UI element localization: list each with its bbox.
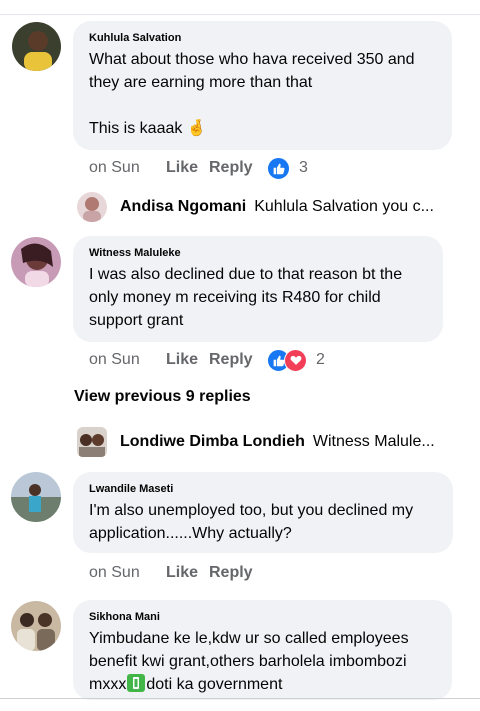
comment-text: What about those who hava received 350 a… — [89, 48, 436, 140]
love-icon — [284, 348, 307, 372]
reply-author[interactable]: Londiwe Dimba Londieh — [120, 433, 305, 451]
profile-photo — [11, 237, 61, 287]
reply-snippet: Kuhlula Salvation you c... — [254, 198, 434, 215]
bottom-divider — [0, 698, 480, 699]
reply-button[interactable]: Reply — [209, 351, 267, 369]
comment-time[interactable]: on Sun — [89, 159, 142, 177]
comment-author[interactable]: Kuhlula Salvation — [89, 31, 436, 45]
profile-photo — [11, 472, 61, 522]
avatar[interactable] — [77, 427, 107, 457]
like-button[interactable]: Like — [166, 351, 209, 369]
like-button[interactable]: Like — [166, 159, 209, 177]
reaction-count: 3 — [299, 159, 308, 176]
reply-snippet: Witness Malule... — [312, 433, 435, 450]
comment-bubble: Sikhona Mani Yimbudane ke le,kdw ur so c… — [73, 600, 452, 700]
avatar[interactable] — [11, 601, 61, 651]
reply-preview[interactable]: Andisa Ngomani Kuhlula Salvation you c..… — [77, 191, 434, 223]
comment-bubble: Lwandile Maseti I'm also unemployed too,… — [73, 472, 453, 553]
comment-actions: on Sun Like Reply 3 — [89, 156, 308, 180]
like-button[interactable]: Like — [166, 564, 209, 582]
comment-bubble: Kuhlula Salvation What about those who h… — [73, 21, 452, 150]
profile-photo — [77, 192, 107, 222]
reply-button[interactable]: Reply — [209, 564, 267, 582]
reactions-summary[interactable]: 2 — [267, 348, 325, 372]
comment-text-body: What about those who hava received 350 a… — [89, 51, 415, 137]
avatar[interactable] — [11, 472, 61, 522]
profile-photo — [77, 427, 107, 457]
profile-photo — [11, 601, 61, 651]
comment-author[interactable]: Witness Maluleke — [89, 246, 427, 260]
reply-author[interactable]: Andisa Ngomani — [120, 198, 246, 216]
comment-bubble: Witness Maluleke I was also declined due… — [73, 236, 443, 342]
comment-time[interactable]: on Sun — [89, 351, 142, 369]
reaction-count: 2 — [316, 351, 325, 368]
comment-time[interactable]: on Sun — [89, 564, 142, 582]
avatar[interactable] — [11, 237, 61, 287]
comment-author[interactable]: Lwandile Maseti — [89, 482, 437, 496]
comment-author[interactable]: Sikhona Mani — [89, 610, 436, 624]
comment-actions: on Sun Like Reply 2 — [89, 348, 325, 372]
like-icon — [267, 156, 290, 180]
comment-text: I was also declined due to that reason b… — [89, 266, 403, 329]
money-emoji-icon — [127, 674, 146, 692]
comment-actions: on Sun Like Reply — [89, 562, 267, 584]
crossed-fingers-emoji-icon: 🤞 — [186, 120, 207, 137]
top-divider — [0, 14, 480, 15]
reply-button[interactable]: Reply — [209, 159, 267, 177]
comment-text: I'm also unemployed too, but you decline… — [89, 502, 414, 542]
view-previous-replies-link[interactable]: View previous 9 replies — [74, 388, 251, 406]
reply-preview[interactable]: Londiwe Dimba Londieh Witness Malule... — [77, 426, 435, 458]
avatar[interactable] — [12, 22, 61, 71]
avatar[interactable] — [77, 192, 107, 222]
comment-text-part: doti ka government — [146, 676, 283, 693]
comment-text: Yimbudane ke le,kdw ur so called employe… — [89, 627, 436, 696]
profile-photo — [12, 22, 61, 71]
reactions-summary[interactable]: 3 — [267, 156, 308, 180]
